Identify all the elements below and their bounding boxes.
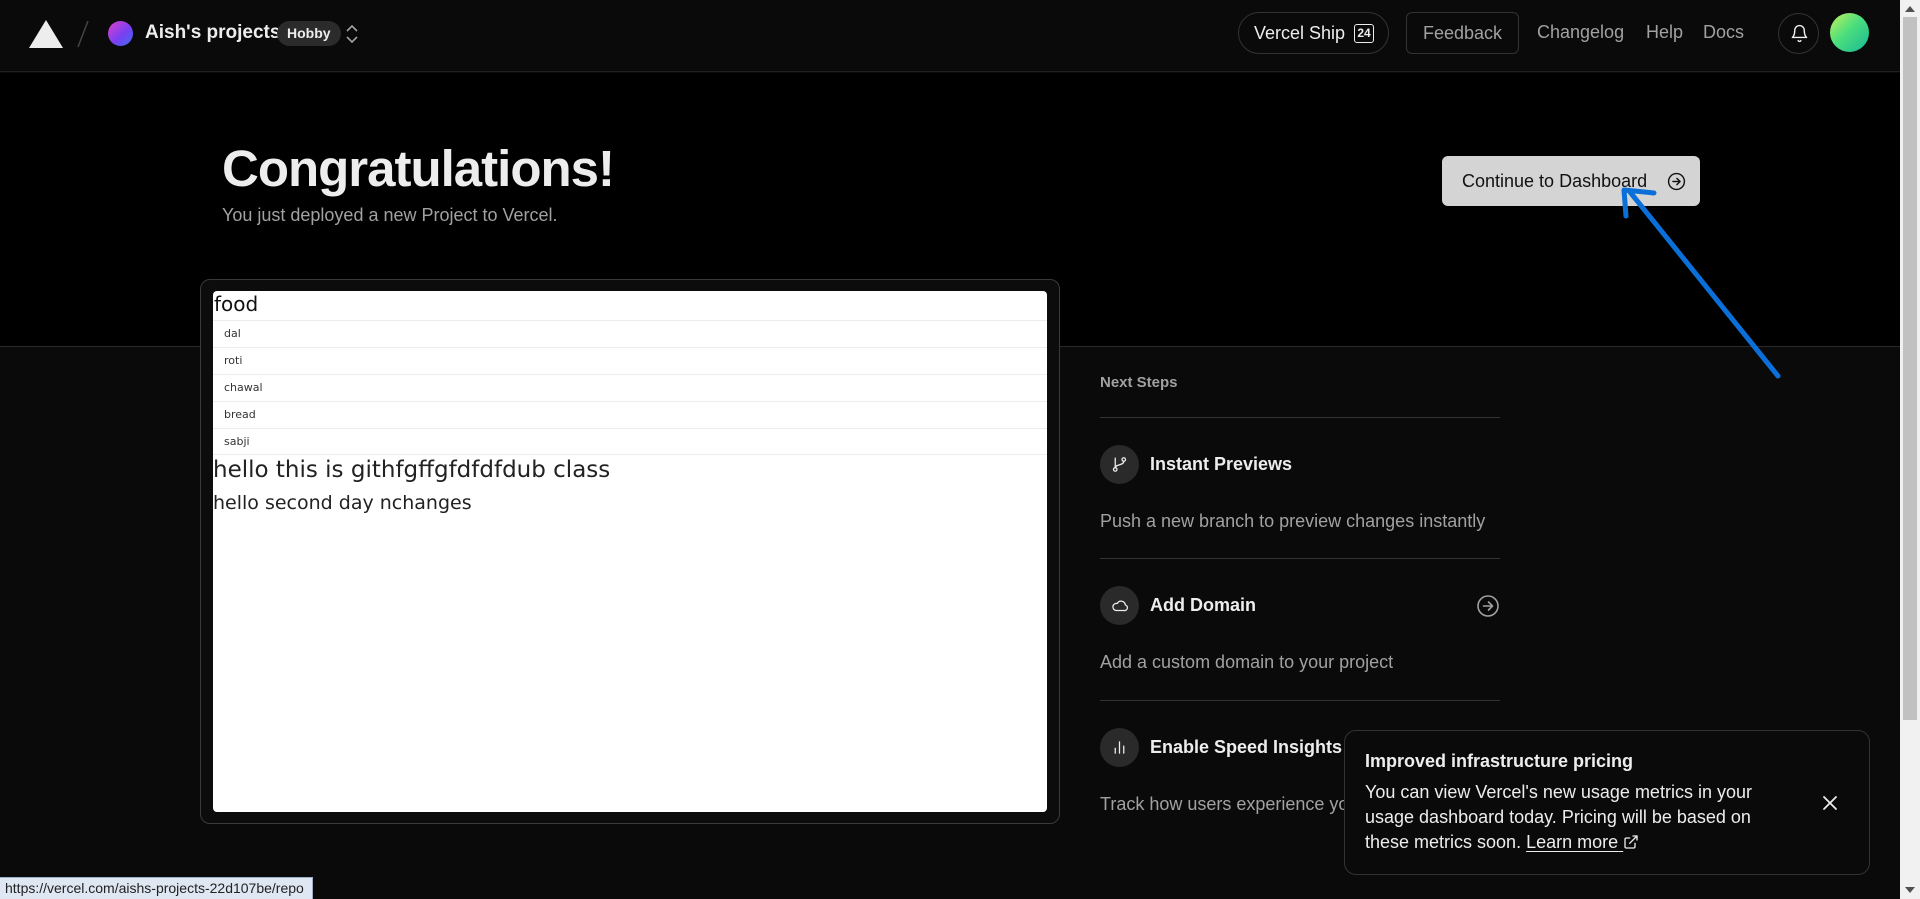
page-subtitle: You just deployed a new Project to Verce…	[222, 205, 558, 225]
preview-line-1: hello this is githfgffgfdfdfdub class	[213, 457, 611, 483]
arrow-right-circle-icon[interactable]	[1476, 594, 1500, 618]
pricing-toast: Improved infrastructure pricing You can …	[1344, 730, 1870, 875]
step-instant-previews[interactable]: Instant Previews Push a new branch to pr…	[1100, 417, 1500, 558]
arrow-right-circle-icon	[1667, 172, 1686, 191]
breadcrumb-separator	[77, 20, 89, 48]
learn-more-link[interactable]: Learn more	[1526, 832, 1639, 852]
vercel-ship-label: Vercel Ship	[1254, 23, 1346, 43]
top-nav: Aish's projects Hobby Vercel Ship 24 Fee…	[0, 0, 1900, 72]
status-bar-url: https://vercel.com/aishs-projects-22d107…	[0, 877, 313, 899]
toast-body: You can view Vercel's new usage metrics …	[1365, 780, 1785, 855]
preview-list: dal roti chawal bread sabji	[213, 320, 1047, 455]
feedback-button[interactable]: Feedback	[1406, 12, 1519, 54]
step-description: Push a new branch to preview changes ins…	[1100, 511, 1486, 531]
next-steps-label: Next Steps	[1100, 374, 1178, 391]
list-item: roti	[213, 347, 1047, 374]
external-link-icon	[1624, 835, 1638, 849]
preview-screenshot: food dal roti chawal bread sabji hello t…	[213, 291, 1047, 812]
bell-icon	[1791, 24, 1808, 43]
ship-badge: 24	[1354, 24, 1374, 43]
preview-heading: food	[214, 292, 259, 316]
chevron-up-down-icon[interactable]	[344, 22, 360, 46]
user-avatar[interactable]	[1830, 13, 1869, 52]
scroll-up-arrow-icon[interactable]	[1905, 6, 1915, 12]
plan-badge: Hobby	[277, 21, 341, 46]
step-title: Instant Previews	[1150, 454, 1293, 474]
step-icon-wrap	[1100, 728, 1139, 767]
deployment-preview[interactable]: food dal roti chawal bread sabji hello t…	[200, 279, 1060, 824]
continue-label: Continue to Dashboard	[1462, 171, 1648, 191]
team-avatar[interactable]	[108, 21, 133, 46]
cloud-icon	[1112, 600, 1129, 612]
step-title: Add Domain	[1150, 595, 1256, 615]
step-add-domain[interactable]: Add Domain Add a custom domain to your p…	[1100, 558, 1500, 700]
notifications-button[interactable]	[1778, 13, 1819, 54]
help-link[interactable]: Help	[1646, 22, 1683, 43]
team-name[interactable]: Aish's projects	[145, 22, 280, 44]
continue-to-dashboard-button[interactable]: Continue to Dashboard	[1442, 156, 1700, 206]
list-item: chawal	[213, 374, 1047, 401]
docs-link[interactable]: Docs	[1703, 22, 1744, 43]
step-description: Add a custom domain to your project	[1100, 652, 1394, 672]
close-icon[interactable]	[1821, 794, 1839, 812]
step-description: Track how users experience yo	[1100, 794, 1349, 814]
list-item: sabji	[213, 428, 1047, 455]
bar-chart-icon	[1114, 741, 1125, 754]
list-item: bread	[213, 401, 1047, 428]
git-branch-icon	[1112, 457, 1127, 472]
preview-line-2: hello second day nchanges	[213, 492, 472, 514]
scroll-down-arrow-icon[interactable]	[1905, 887, 1915, 893]
learn-more-label: Learn more	[1526, 832, 1619, 852]
vercel-ship-button[interactable]: Vercel Ship 24	[1238, 12, 1389, 54]
vercel-logo-icon[interactable]	[29, 20, 63, 48]
page-scrollbar[interactable]	[1900, 0, 1920, 899]
page-title: Congratulations!	[222, 140, 615, 197]
toast-title: Improved infrastructure pricing	[1365, 751, 1634, 771]
scrollbar-thumb[interactable]	[1903, 17, 1917, 720]
step-icon-wrap	[1100, 445, 1139, 484]
step-icon-wrap	[1100, 586, 1139, 625]
list-item: dal	[213, 320, 1047, 347]
changelog-link[interactable]: Changelog	[1537, 22, 1624, 43]
step-title: Enable Speed Insights	[1150, 737, 1343, 757]
